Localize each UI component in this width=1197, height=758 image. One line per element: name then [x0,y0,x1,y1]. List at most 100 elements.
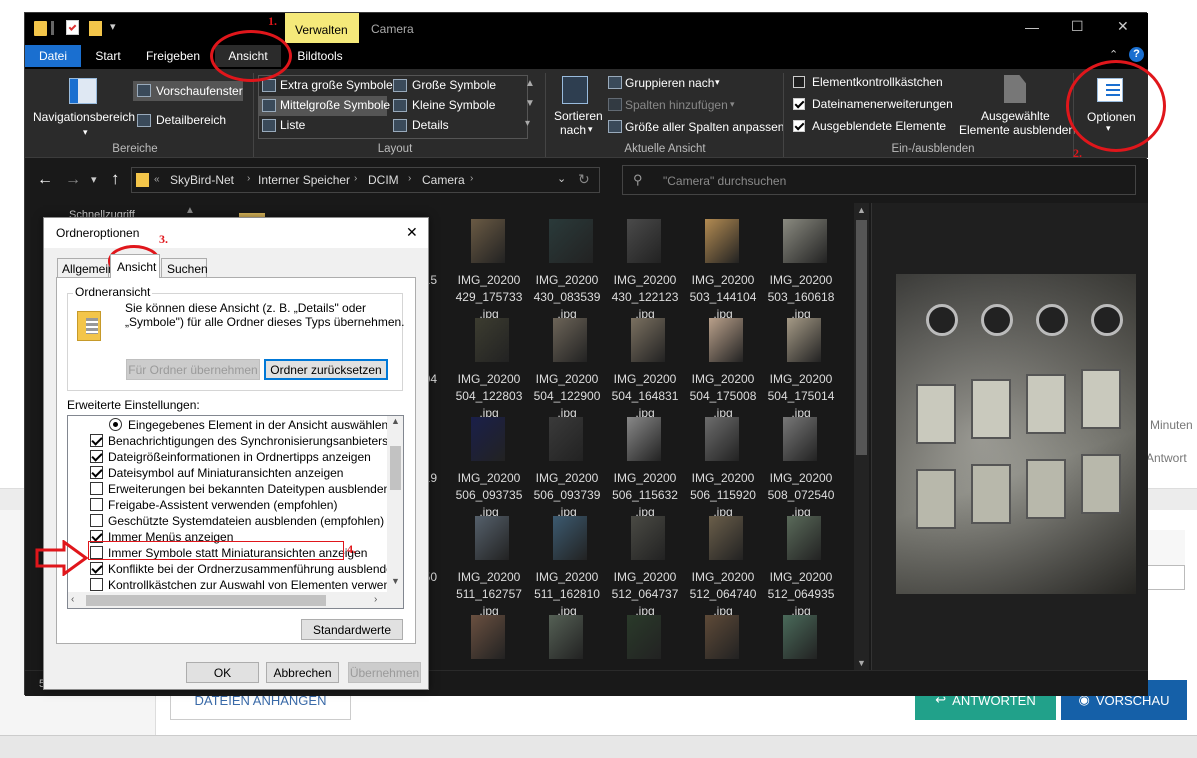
layout-gross[interactable]: Große Symbole [412,78,496,92]
dateinamen-checkbox[interactable] [793,98,805,110]
breadcrumb-dcim[interactable]: DCIM [368,173,399,187]
sortieren-button[interactable]: Sortieren [554,109,603,123]
file-thumbnail[interactable] [549,615,583,659]
file-name[interactable]: IMG_20200 430_083539 .jpg [529,272,605,323]
nav-scroll-up-icon[interactable]: ▲ [185,205,195,216]
file-thumbnail[interactable] [631,516,665,560]
file-name[interactable]: IMG_20200 504_175014 .jpg [763,371,839,422]
breadcrumb-camera[interactable]: Camera [422,173,465,187]
file-name[interactable]: IMG_20200 503_144104 .jpg [685,272,761,323]
file-name[interactable]: IMG_20200 508_072540 .jpg [763,470,839,521]
file-name[interactable]: IMG_20200 504_175008 .jpg [685,371,761,422]
address-bar[interactable]: « SkyBird-Net › Interner Speicher › DCIM… [131,167,600,193]
properties-icon[interactable] [66,20,79,35]
up-arrow-icon[interactable]: ↑ [111,169,120,189]
file-thumbnail[interactable] [783,219,827,263]
settings-row[interactable]: Erweiterungen bei bekannten Dateitypen a… [68,481,390,497]
setting-checkbox[interactable] [90,450,103,463]
file-name[interactable]: IMG_20200 512_064737 .jpg [607,569,683,620]
settings-vertical-scrollbar[interactable]: ▲ ▼ [387,416,403,592]
file-thumbnail[interactable] [475,516,509,560]
ok-button[interactable]: OK [186,662,259,683]
file-thumbnail[interactable] [471,417,505,461]
file-name[interactable]: IMG_20200 503_160618 .jpg [763,272,839,323]
new-folder-icon[interactable] [89,21,102,36]
search-box[interactable]: ⚲ "Camera" durchsuchen [622,165,1136,195]
address-history-icon[interactable]: ⌄ [557,172,566,185]
tab-freigeben[interactable]: Freigeben [139,45,207,67]
file-thumbnail[interactable] [783,615,817,659]
file-thumbnail[interactable] [631,318,665,362]
settings-row[interactable]: Geschützte Systemdateien ausblenden (emp… [68,513,387,529]
setting-checkbox[interactable] [90,482,103,495]
setting-checkbox[interactable] [90,562,103,575]
file-name[interactable]: IMG_20200 512_064935 .jpg [763,569,839,620]
layout-liste[interactable]: Liste [280,118,305,132]
file-thumbnail[interactable] [627,219,661,263]
file-thumbnail[interactable] [705,615,739,659]
file-thumbnail[interactable] [783,417,817,461]
gallery-down-icon[interactable]: ▼ [525,98,535,109]
settings-row[interactable]: Eingegebenes Element in der Ansicht ausw… [68,417,388,433]
recent-locations-icon[interactable]: ▾ [91,173,97,186]
file-thumbnail[interactable] [549,219,593,263]
layout-mittelgross[interactable]: Mittelgroße Symbole [280,98,390,112]
forward-arrow-icon[interactable]: → [65,171,81,189]
file-name[interactable]: IMG_20200 506_093739 .jpg [529,470,605,521]
gallery-up-icon[interactable]: ▲ [525,78,535,89]
setting-checkbox[interactable] [90,498,103,511]
file-name[interactable]: IMG_20200 511_162810 .jpg [529,569,605,620]
gallery-expand-icon[interactable]: ▾ [525,118,530,129]
settings-row[interactable]: Benachrichtigungen des Synchronisierungs… [68,433,403,449]
groesse-button[interactable]: Größe aller Spalten anpassen [625,120,784,134]
file-thumbnail[interactable] [627,615,661,659]
ausgewaehlte-button[interactable]: Ausgewählte [981,109,1050,123]
settings-horizontal-scrollbar[interactable]: ‹ › [68,592,403,608]
file-thumbnail[interactable] [709,318,743,362]
layout-extra-gross[interactable]: Extra große Symbole [280,78,393,92]
settings-row[interactable]: Dateisymbol auf Miniaturansichten anzeig… [68,465,387,481]
close-button[interactable]: ✕ [1117,18,1129,35]
tab-datei[interactable]: Datei [25,45,81,67]
file-name[interactable]: IMG_20200 506_115920 .jpg [685,470,761,521]
file-name[interactable]: IMG_20200 506_093735 .jpg [451,470,527,521]
breadcrumb-speicher[interactable]: Interner Speicher [258,173,350,187]
file-thumbnail[interactable] [471,219,505,263]
settings-row[interactable]: Konflikte bei der Ordnerzusammenführung … [68,561,400,577]
setting-checkbox[interactable] [90,466,103,479]
setting-checkbox[interactable] [90,514,103,527]
context-tab-verwalten[interactable]: Verwalten [285,13,359,43]
overflow-icon[interactable]: « [154,174,160,185]
maximize-button[interactable]: ☐ [1071,18,1084,35]
settings-scroll-right-icon[interactable]: › [374,594,377,605]
file-thumbnail[interactable] [787,516,821,560]
layout-klein[interactable]: Kleine Symbole [412,98,495,112]
tab-bildtools[interactable]: Bildtools [287,45,353,67]
elementkontroll-checkbox[interactable] [793,76,805,88]
dialog-close-button[interactable]: ✕ [406,224,418,241]
file-name[interactable]: IMG_20200 504_164831 .jpg [607,371,683,422]
file-name[interactable]: IMG_20200 504_122803 .jpg [451,371,527,422]
file-name[interactable]: IMG_20200 511_162757 .jpg [451,569,527,620]
file-thumbnail[interactable] [553,516,587,560]
file-name[interactable]: IMG_20200 504_122900 .jpg [529,371,605,422]
tab-allgemein[interactable]: Allgemein [57,258,115,277]
detailbereich-button[interactable]: Detailbereich [156,113,226,127]
quick-access-dropdown-icon[interactable]: ▾ [110,20,116,33]
minimize-button[interactable]: — [1025,19,1039,35]
file-thumbnail[interactable] [627,417,661,461]
settings-list[interactable]: Eingegebenes Element in der Ansicht ausw… [67,415,404,609]
abbrechen-button[interactable]: Abbrechen [266,662,339,683]
file-name[interactable]: IMG_20200 512_064740 .jpg [685,569,761,620]
settings-scroll-down-icon[interactable]: ▼ [391,576,400,586]
file-thumbnail[interactable] [475,318,509,362]
settings-row[interactable]: Dateigrößeinformationen in Ordnertipps a… [68,449,387,465]
file-name[interactable]: IMG_20200 429_175733 .jpg [451,272,527,323]
vorschaufenster-button[interactable]: Vorschaufenster [133,81,243,101]
refresh-icon[interactable]: ↻ [578,171,590,188]
settings-row[interactable]: Freigabe-Assistent verwenden (empfohlen) [68,497,387,513]
settings-scroll-up-icon[interactable]: ▲ [391,416,400,426]
file-thumbnail[interactable] [787,318,821,362]
scroll-down-icon[interactable]: ▼ [857,658,866,668]
back-arrow-icon[interactable]: ← [37,171,53,189]
